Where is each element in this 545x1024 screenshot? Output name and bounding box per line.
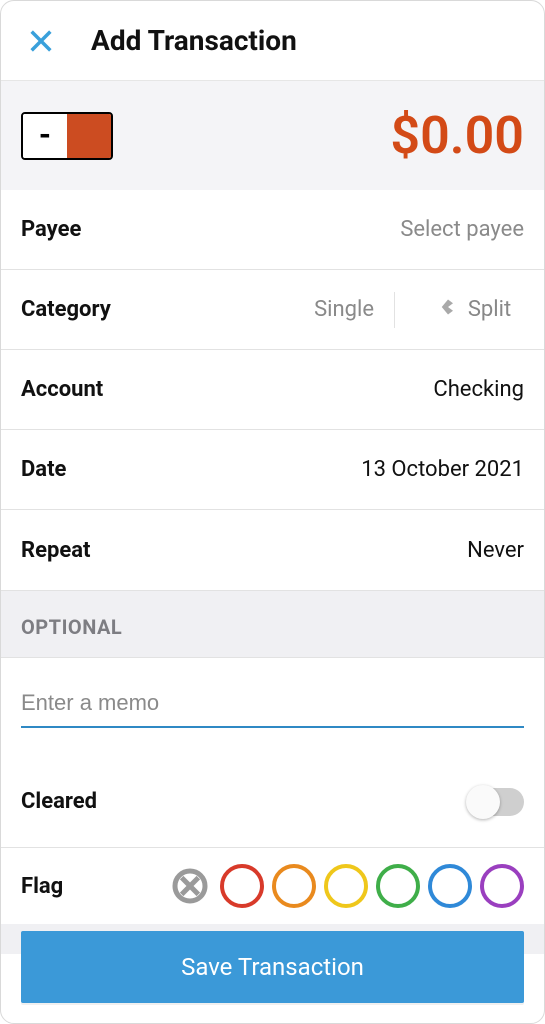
- flag-color-orange[interactable]: [272, 864, 316, 908]
- split-button[interactable]: Split: [394, 292, 544, 328]
- flag-none-icon[interactable]: [168, 864, 212, 908]
- category-value: Single: [314, 297, 374, 322]
- flag-color-red[interactable]: [220, 864, 264, 908]
- amount-display[interactable]: $0.00: [390, 105, 524, 166]
- cleared-toggle[interactable]: [468, 788, 524, 816]
- repeat-value: Never: [467, 538, 524, 563]
- date-label: Date: [21, 457, 66, 482]
- split-label: Split: [468, 297, 511, 322]
- flag-label: Flag: [21, 874, 141, 899]
- category-label: Category: [21, 297, 111, 322]
- split-icon: [428, 292, 458, 328]
- flag-color-picker: [141, 864, 524, 908]
- row-payee[interactable]: Payee Select payee: [1, 190, 544, 270]
- flag-color-green[interactable]: [376, 864, 420, 908]
- row-account[interactable]: Account Checking: [1, 350, 544, 430]
- flag-color-blue[interactable]: [428, 864, 472, 908]
- row-repeat[interactable]: Repeat Never: [1, 510, 544, 590]
- cleared-toggle-knob: [466, 785, 500, 819]
- page-title: Add Transaction: [91, 24, 297, 57]
- cleared-label: Cleared: [21, 789, 97, 814]
- sign-toggle[interactable]: -: [21, 112, 113, 160]
- account-value: Checking: [433, 377, 524, 402]
- save-transaction-button[interactable]: Save Transaction: [21, 931, 524, 1003]
- flag-color-yellow[interactable]: [324, 864, 368, 908]
- repeat-label: Repeat: [21, 538, 90, 563]
- flag-color-purple[interactable]: [480, 864, 524, 908]
- date-value: 13 October 2021: [361, 457, 524, 482]
- optional-header: OPTIONAL: [1, 590, 544, 658]
- close-icon[interactable]: [19, 19, 63, 63]
- account-label: Account: [21, 377, 103, 402]
- payee-label: Payee: [21, 217, 81, 242]
- sign-plus[interactable]: [67, 114, 111, 158]
- payee-value: Select payee: [400, 217, 524, 242]
- sign-minus[interactable]: -: [23, 114, 67, 158]
- row-date[interactable]: Date 13 October 2021: [1, 430, 544, 510]
- memo-input[interactable]: [21, 682, 524, 728]
- row-category[interactable]: Category Single: [1, 297, 394, 322]
